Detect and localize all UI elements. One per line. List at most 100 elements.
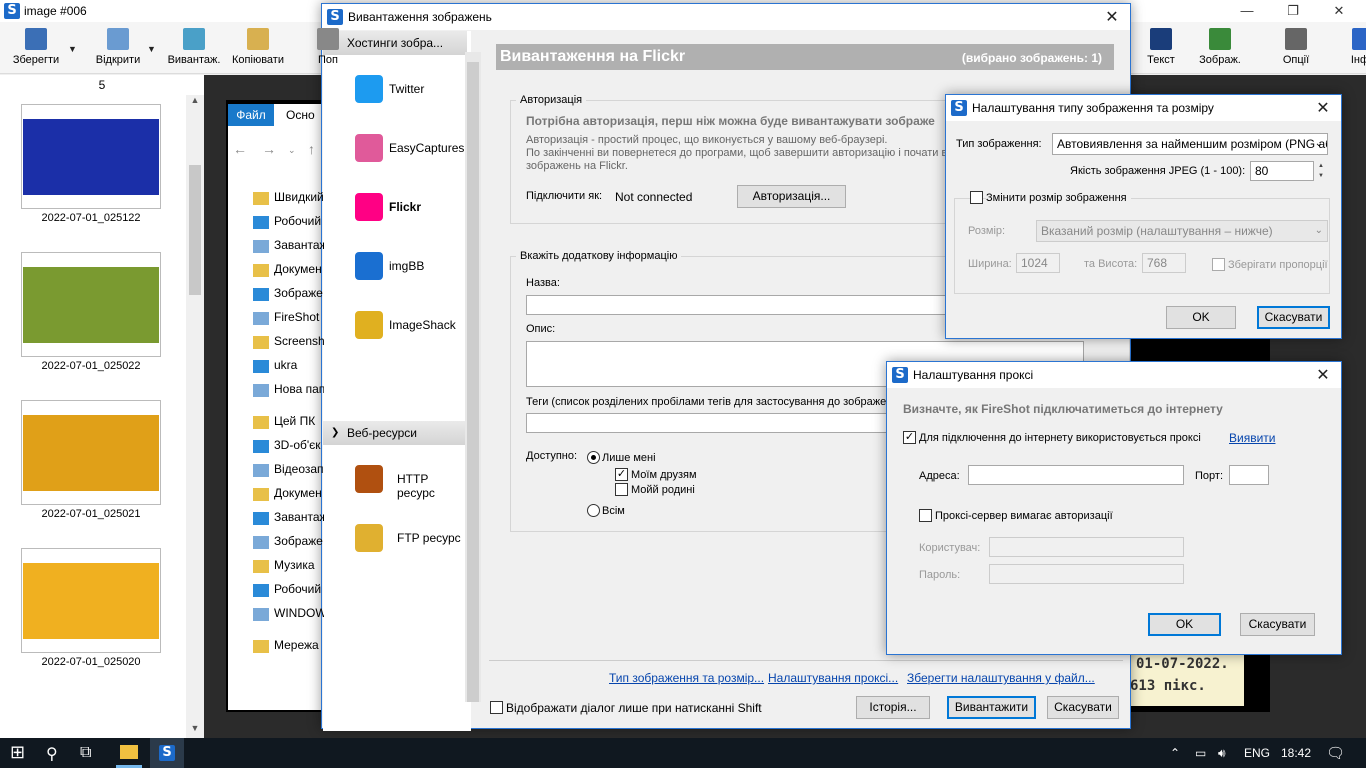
toolbar-button-8[interactable]: Інфо [1335,28,1366,72]
host-item[interactable]: Twitter [355,73,465,105]
toolbar-button-2[interactable]: Вивантаж. [166,28,222,72]
network-icon[interactable]: ▭ [1195,746,1206,760]
shift-checkbox[interactable] [490,701,503,714]
host-item[interactable]: ImageShack [355,309,465,341]
web-group-header[interactable]: ❯ Веб-ресурси [323,421,467,445]
maximize-icon[interactable]: ❐ [1270,0,1316,22]
ok-button[interactable]: OK [1148,613,1221,636]
host-logo-icon [355,311,383,339]
clock[interactable]: 18:42 [1281,746,1311,760]
thumbnail-scrollbar[interactable]: ▲ ▼ [186,95,204,738]
resize-checkbox[interactable] [970,191,983,204]
family-checkbox[interactable] [615,483,628,496]
close-icon[interactable]: ✕ [1100,7,1124,27]
cancel-button[interactable]: Скасувати [1240,613,1315,636]
port-input[interactable] [1229,465,1269,485]
hosts-panel: ❯ Хостинги зобра... ❯ Веб-ресурси Twitte… [323,31,471,731]
friends-checkbox[interactable]: ✓ [615,468,628,481]
cancel-button[interactable]: Скасувати [1047,696,1119,719]
proxy-titlebar: S Налаштування проксі ✕ [887,362,1341,388]
save-dropdown-arrow-icon[interactable]: ▼ [68,44,77,54]
all-radio[interactable] [587,504,600,517]
jpeg-quality-input[interactable]: 80 [1250,161,1314,181]
thumbnail[interactable] [21,548,161,653]
task-view-icon[interactable]: ⧉ [80,744,91,762]
cancel-button[interactable]: Скасувати [1257,306,1330,329]
scroll-thumb[interactable] [467,62,479,702]
toolbar-button-7[interactable]: Опції [1268,28,1324,72]
history-button[interactable]: Історія... [856,696,930,719]
connect-as-value: Not connected [615,190,693,204]
folder-icon [253,416,269,429]
user-input[interactable] [989,537,1184,557]
windows-start-icon[interactable]: ⊞ [10,742,25,763]
folder-icon [253,216,269,229]
toolbar-button-5[interactable]: Текст [1133,28,1189,72]
host-item[interactable]: EasyCaptures [355,132,465,164]
toolbar-icon [317,28,339,50]
auth-required-text: Потрібна авторизація, перш ніж можна буд… [526,114,935,128]
close-icon[interactable]: ✕ [1311,365,1335,385]
height-label: та Висота: [1084,258,1138,270]
info-legend: Вкажіть додаткову інформацію [516,250,682,262]
thumbnail[interactable] [21,104,161,209]
folder-icon [253,512,269,525]
thumbnail[interactable] [21,400,161,505]
size-select[interactable]: Вказаний розмір (налаштування – нижче) ⌄ [1036,220,1328,242]
toolbar-icon [1150,28,1172,50]
height-input[interactable]: 768 [1142,253,1186,273]
keep-ratio-checkbox[interactable] [1212,258,1225,271]
ok-button[interactable]: OK [1166,306,1236,329]
toolbar-button-4[interactable]: Поп [300,28,356,72]
upload-button[interactable]: Вивантажити [947,696,1036,719]
search-icon[interactable]: ⚲ [46,744,58,764]
type-select[interactable]: Автовиявлення за найменшим розміром (PNG… [1052,133,1328,155]
close-icon[interactable]: ✕ [1311,98,1335,118]
size-label: Розмір: [968,225,1006,237]
jpeg-quality-spinner[interactable]: ▲ ▼ [1315,161,1327,181]
toolbar-button-3[interactable]: Копіювати [230,28,286,72]
open-dropdown-arrow-icon[interactable]: ▼ [147,44,156,54]
width-input[interactable]: 1024 [1016,253,1060,273]
toolbar-button-6[interactable]: Зображ. [1192,28,1248,72]
password-input[interactable] [989,564,1184,584]
fireshot-taskbar-item[interactable]: S [150,738,184,768]
scroll-up-icon[interactable]: ▲ [186,95,204,105]
close-icon[interactable]: ✕ [1316,0,1362,22]
web-logo-icon [355,524,383,552]
toolbar-icon [1352,28,1366,50]
web-logo-icon [355,465,383,493]
host-label: EasyCaptures [389,141,465,155]
web-item[interactable]: FTP ресурс [355,522,465,554]
authorize-button[interactable]: Авторизація... [737,185,846,208]
host-item[interactable]: imgBB [355,250,465,282]
language-indicator[interactable]: ENG [1244,746,1270,760]
save-settings-link[interactable]: Зберегти налаштування у файл... [907,671,1095,685]
scroll-down-icon[interactable]: ▼ [186,723,204,733]
hosts-scrollbar[interactable] [465,52,481,702]
explorer-item: Screensh [274,334,324,348]
canvas-caption-size: 613 пікс. [1130,678,1206,694]
minimize-icon[interactable]: — [1224,0,1270,22]
proxy-link[interactable]: Налаштування проксі... [768,671,898,685]
chevron-up-icon[interactable]: ⌃ [1170,746,1180,760]
thumbnail[interactable] [21,252,161,357]
host-item[interactable]: Flickr [355,191,465,223]
type-size-link[interactable]: Тип зображення та розмір... [609,671,764,685]
web-item[interactable]: HTTP ресурс [355,463,465,500]
toolbar-label: Поп [318,54,338,66]
use-proxy-checkbox[interactable]: ✓ [903,431,916,444]
toolbar-button-1[interactable]: Відкрити [90,28,146,72]
volume-icon[interactable]: 🔊︎ [1218,746,1226,761]
only-me-radio[interactable] [587,451,600,464]
address-input[interactable] [968,465,1184,485]
tags-label: Теги (список розділених пробілами тегів … [526,396,887,408]
scroll-thumb[interactable] [189,165,201,295]
detect-link[interactable]: Виявити [1229,431,1275,445]
thumbnail-caption: 2022-07-01_025122 [41,212,141,224]
user-label: Користувач: [919,542,981,554]
toolbar-button-0[interactable]: Зберегти [8,28,64,72]
file-explorer-icon[interactable] [120,745,138,759]
proxy-auth-checkbox[interactable] [919,509,932,522]
notification-icon[interactable]: 🗨︎ [1326,744,1345,762]
